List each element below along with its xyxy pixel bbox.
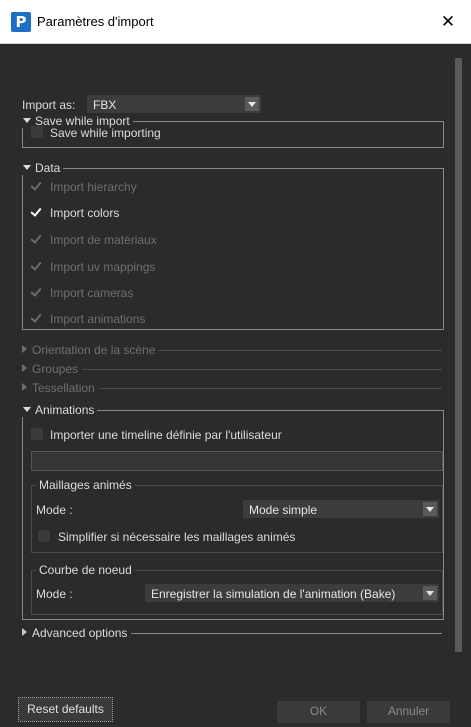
import-format-value: FBX [93, 98, 117, 112]
import-uv-mappings-label: Import uv mappings [50, 260, 156, 274]
window-title: Paramètres d'import [37, 14, 154, 29]
cancel-button[interactable]: Annuler [367, 701, 450, 723]
animations-header[interactable]: Animations [20, 403, 98, 417]
import-cameras-label: Import cameras [50, 286, 134, 300]
advanced-options-section[interactable]: Advanced options [22, 626, 442, 640]
import-cameras-checkbox[interactable] [30, 286, 42, 298]
expand-down-icon [23, 118, 31, 123]
title-bar: P Paramètres d'import ✕ [0, 0, 471, 44]
groupes-section[interactable]: Groupes [22, 362, 442, 376]
import-as-label: Import as: [22, 98, 76, 112]
user-timeline-label: Importer une timeline définie par l'util… [50, 428, 282, 442]
data-title: Data [35, 161, 61, 175]
import-format-select[interactable]: FBX [86, 94, 262, 114]
data-header[interactable]: Data [20, 161, 64, 175]
orientation-title: Orientation de la scène [32, 343, 156, 357]
simplify-meshes-checkbox[interactable] [38, 530, 50, 542]
animations-title: Animations [35, 403, 95, 417]
node-curve-mode-label: Mode : [36, 587, 73, 601]
import-animations-label: Import animations [50, 312, 146, 326]
animated-meshes-mode-label: Mode : [36, 503, 73, 517]
orientation-section[interactable]: Orientation de la scène [22, 343, 442, 357]
tessellation-header: Tessellation [22, 381, 99, 395]
save-while-importing-checkbox[interactable] [31, 126, 43, 138]
import-hierarchy-label: Import hierarchy [50, 180, 137, 194]
node-curve-mode-value: Enregistrer la simulation de l'animation… [151, 587, 396, 601]
import-colors-label: Import colors [50, 206, 120, 220]
expand-right-icon [22, 383, 27, 391]
ok-button[interactable]: OK [277, 701, 360, 723]
groupes-title: Groupes [32, 362, 79, 376]
expand-down-icon [23, 165, 31, 170]
save-while-importing-label: Save while importing [50, 126, 161, 140]
expand-right-icon [22, 345, 27, 353]
animated-meshes-mode-select[interactable]: Mode simple [242, 499, 440, 519]
animated-meshes-mode-value: Mode simple [249, 503, 318, 517]
import-materials-checkbox[interactable] [30, 233, 42, 245]
scrollbar-thumb[interactable] [455, 58, 462, 652]
import-materials-label: Import de matériaux [50, 233, 157, 247]
node-curve-title: Courbe de noeud [36, 563, 135, 577]
animated-meshes-title: Maillages animés [36, 478, 135, 492]
expand-right-icon [22, 364, 27, 372]
import-colors-checkbox[interactable] [30, 206, 42, 218]
chevron-down-icon [245, 97, 259, 111]
section-divider [22, 369, 442, 370]
reset-defaults-button[interactable]: Reset defaults [18, 697, 113, 722]
chevron-down-icon [423, 502, 437, 516]
app-icon: P [11, 12, 31, 32]
import-hierarchy-checkbox[interactable] [30, 180, 42, 192]
chevron-down-icon [423, 586, 437, 600]
simplify-meshes-label: Simplifier si nécessaire les maillages a… [58, 530, 296, 544]
expand-down-icon [23, 407, 31, 412]
advanced-options-header: Advanced options [22, 626, 132, 640]
user-timeline-checkbox[interactable] [31, 428, 43, 440]
close-button[interactable]: ✕ [425, 0, 471, 44]
orientation-header: Orientation de la scène [22, 343, 160, 357]
groupes-header: Groupes [22, 362, 83, 376]
expand-right-icon [22, 628, 27, 636]
tessellation-section[interactable]: Tessellation [22, 381, 442, 395]
advanced-options-title: Advanced options [32, 626, 128, 640]
import-uv-mappings-checkbox[interactable] [30, 260, 42, 272]
tessellation-title: Tessellation [32, 381, 95, 395]
node-curve-mode-select[interactable]: Enregistrer la simulation de l'animation… [144, 583, 440, 603]
timeline-input[interactable] [31, 451, 443, 471]
import-animations-checkbox[interactable] [30, 312, 42, 324]
